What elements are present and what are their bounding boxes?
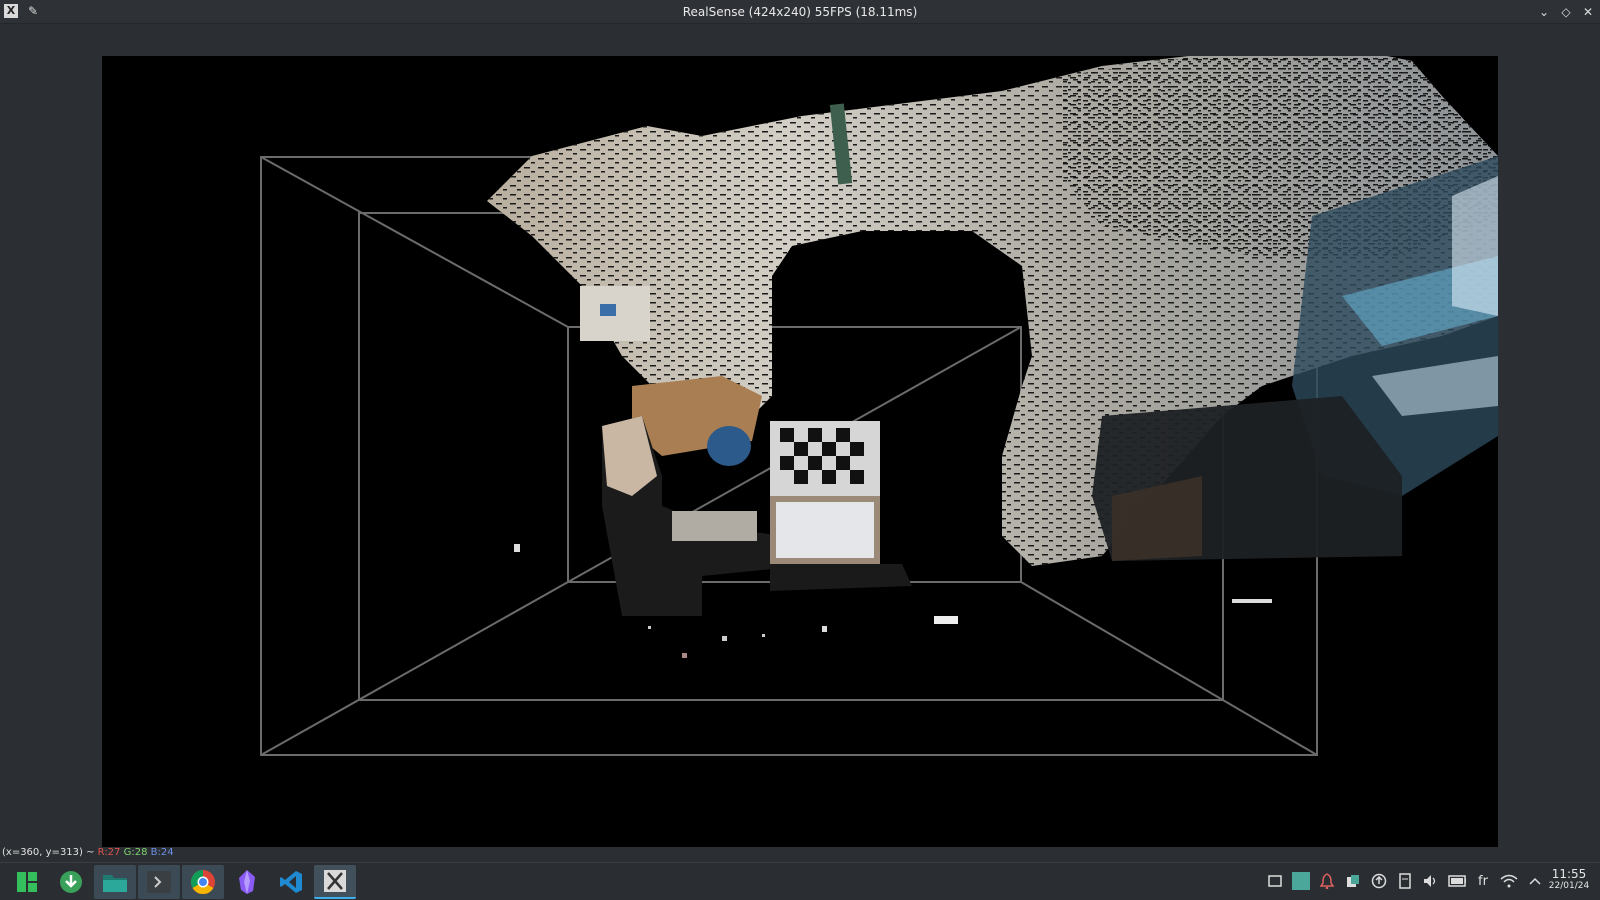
- terminal-icon: [147, 871, 171, 893]
- point-cloud-scene: [487, 56, 1498, 658]
- notifications-icon[interactable]: [1318, 872, 1336, 890]
- point-cloud-render: [260, 56, 1498, 756]
- cursor-coords: (x=360, y=313) ~: [2, 847, 98, 858]
- vscode-icon: [280, 871, 302, 893]
- download-circle-icon: [60, 871, 82, 893]
- terminal-button[interactable]: [138, 865, 180, 899]
- obsidian-icon: [239, 870, 255, 894]
- folder-icon: [103, 875, 127, 892]
- show-desktop-icon[interactable]: [1266, 872, 1284, 890]
- wifi-icon[interactable]: [1500, 872, 1518, 890]
- vscode-button[interactable]: [270, 865, 312, 899]
- battery-icon[interactable]: [1448, 872, 1466, 890]
- clipboard-icon[interactable]: [1344, 872, 1362, 890]
- chrome-icon: [190, 870, 215, 895]
- red-value: R:27: [97, 847, 121, 858]
- keyboard-layout-indicator[interactable]: fr: [1474, 872, 1492, 890]
- close-button[interactable]: ✕: [1580, 3, 1596, 21]
- x-app-icon: [324, 870, 346, 892]
- pixel-info-status: (x=360, y=313) ~ R:27 G:28 B:24: [2, 846, 174, 860]
- storage-icon[interactable]: [1396, 872, 1414, 890]
- workspace-pager-icon[interactable]: [1292, 872, 1310, 890]
- system-tray: fr: [1266, 872, 1544, 890]
- app-launcher-button[interactable]: [6, 865, 48, 899]
- x-app-button[interactable]: [314, 865, 356, 899]
- window-title: RealSense (424x240) 55FPS (18.11ms): [682, 5, 918, 19]
- window-titlebar[interactable]: RealSense (424x240) 55FPS (18.11ms) X ✎ …: [0, 0, 1600, 24]
- taskbar-clock[interactable]: 11:55 22/01/24: [1544, 868, 1594, 892]
- pin-icon[interactable]: ✎: [26, 4, 40, 18]
- blue-value: B:24: [150, 847, 174, 858]
- manjaro-icon: [17, 872, 37, 892]
- volume-icon[interactable]: [1422, 872, 1440, 890]
- chrome-button[interactable]: [182, 865, 224, 899]
- point-cloud-viewport[interactable]: [102, 56, 1498, 847]
- obsidian-button[interactable]: [226, 865, 268, 899]
- clock-date: 22/01/24: [1548, 881, 1590, 891]
- update-manager-button[interactable]: [50, 865, 92, 899]
- green-value: G:28: [123, 847, 148, 858]
- file-manager-button[interactable]: [94, 865, 136, 899]
- clock-time: 11:55: [1551, 867, 1587, 881]
- chevron-up-icon[interactable]: [1526, 872, 1544, 890]
- maximize-button[interactable]: ◇: [1558, 3, 1574, 21]
- checkerboard-target: [770, 421, 912, 591]
- updates-icon[interactable]: [1370, 872, 1388, 890]
- x-app-icon[interactable]: X: [4, 4, 18, 18]
- minimize-button[interactable]: ⌄: [1536, 3, 1552, 21]
- taskbar: fr 11:55 22/01/24: [0, 862, 1600, 900]
